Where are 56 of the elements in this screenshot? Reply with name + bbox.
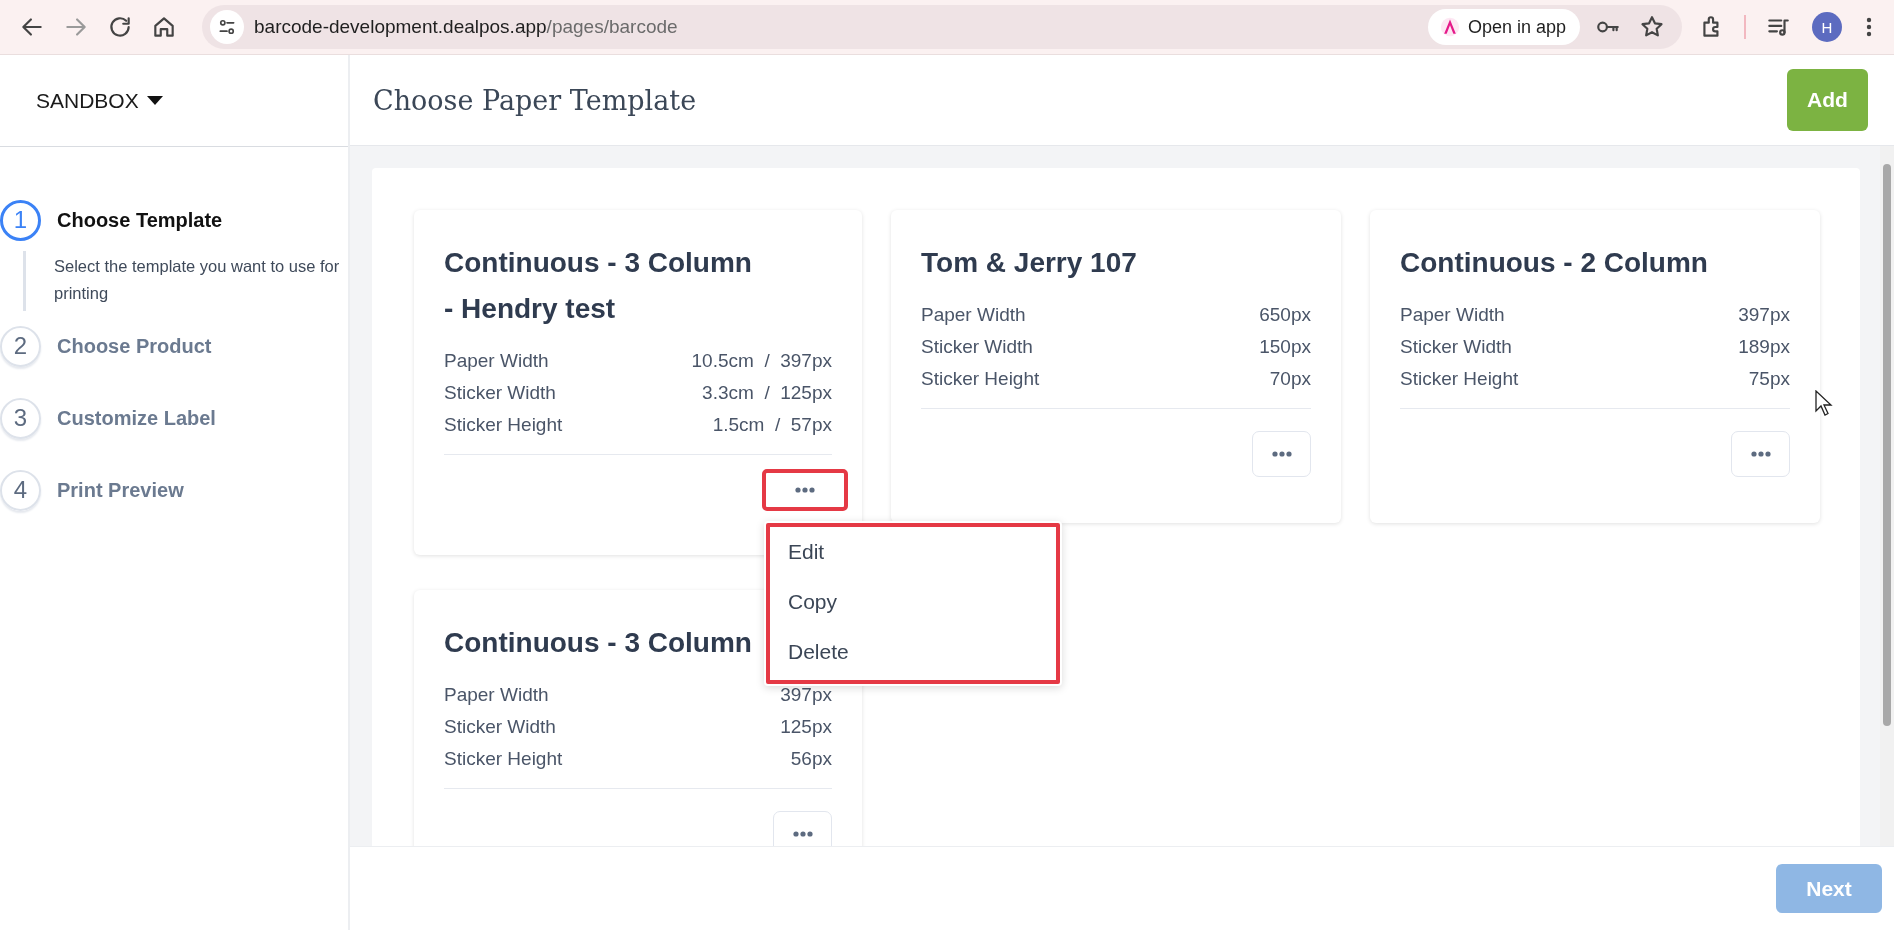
step-number: 2: [0, 325, 41, 367]
step-item[interactable]: 1 Choose Template: [0, 197, 223, 243]
template-title: Continuous - 3 Column - Hendry test: [444, 246, 753, 326]
spec-label: Paper Width: [444, 349, 549, 373]
workspace-dropdown[interactable]: SANDBOX: [36, 88, 163, 113]
spec-value: 1.5cm / 57px: [712, 413, 832, 437]
step-number: 4: [0, 469, 41, 511]
more-icon: [792, 831, 813, 837]
spec-label: Sticker Height: [444, 413, 563, 437]
spec-value: 75px: [1748, 367, 1790, 391]
step-item[interactable]: 3 Customize Label: [0, 395, 216, 441]
spec-label: Sticker Width: [921, 335, 1033, 359]
spec-label: Sticker Height: [1400, 367, 1519, 391]
spec-value: 125px: [780, 715, 832, 739]
caret-icon: [146, 95, 163, 106]
spec-value: 397px: [780, 683, 832, 707]
spec-label: Sticker Height: [444, 747, 563, 771]
spec-label: Sticker Width: [444, 715, 556, 739]
template-card[interactable]: Continuous - 2 Column Paper Width 397px Sticker Width 189px Sticker Height 75px: [1370, 210, 1820, 523]
address-field[interactable]: barcode-development.dealpos.app/pages/barcode: [254, 16, 678, 38]
site-settings-icon[interactable]: [217, 17, 237, 37]
step-item[interactable]: 4 Print Preview: [0, 467, 184, 513]
spec-label: Sticker Width: [1400, 335, 1512, 359]
page-title: Choose Paper Template: [373, 84, 697, 116]
spec-value: 56px: [790, 747, 832, 771]
spec-label: Sticker Width: [444, 381, 556, 405]
spec-value: 70px: [1269, 367, 1311, 391]
spec-value: 397px: [1738, 303, 1790, 327]
spec-label: Sticker Height: [921, 367, 1040, 391]
spec-value: 650px: [1259, 303, 1311, 327]
template-title: Continuous - 3 Column: [444, 626, 753, 660]
home-icon[interactable]: [151, 14, 177, 40]
template-title: Continuous - 2 Column: [1400, 246, 1709, 280]
reload-icon[interactable]: [107, 14, 133, 40]
more-icon: [795, 487, 815, 493]
scrollbar[interactable]: [1880, 146, 1894, 846]
spec-label: Paper Width: [1400, 303, 1505, 327]
app-logo-icon: [1439, 17, 1460, 37]
more-icon: [1750, 451, 1771, 457]
spec-value: 189px: [1738, 335, 1790, 359]
step-item[interactable]: 2 Choose Product: [0, 323, 212, 369]
more-button[interactable]: [764, 471, 846, 509]
menu-item[interactable]: Edit: [764, 527, 1062, 577]
more-icon: [1271, 451, 1292, 457]
open-in-app-button[interactable]: Open in app: [1427, 9, 1580, 45]
spec-value: 10.5cm / 397px: [691, 349, 832, 373]
cursor-icon: [1815, 390, 1833, 416]
spec-value: 3.3cm / 125px: [702, 381, 832, 405]
spec-value: 150px: [1259, 335, 1311, 359]
spec-label: Paper Width: [444, 683, 549, 707]
more-button[interactable]: [773, 811, 832, 846]
step-number: 3: [0, 397, 41, 439]
spec-label: Paper Width: [921, 303, 1026, 327]
step-number: 1: [0, 199, 41, 241]
template-card[interactable]: Tom & Jerry 107 Paper Width 650px Sticker Width 150px Sticker Height 70px: [891, 210, 1341, 523]
profile-avatar[interactable]: H: [1812, 12, 1842, 42]
